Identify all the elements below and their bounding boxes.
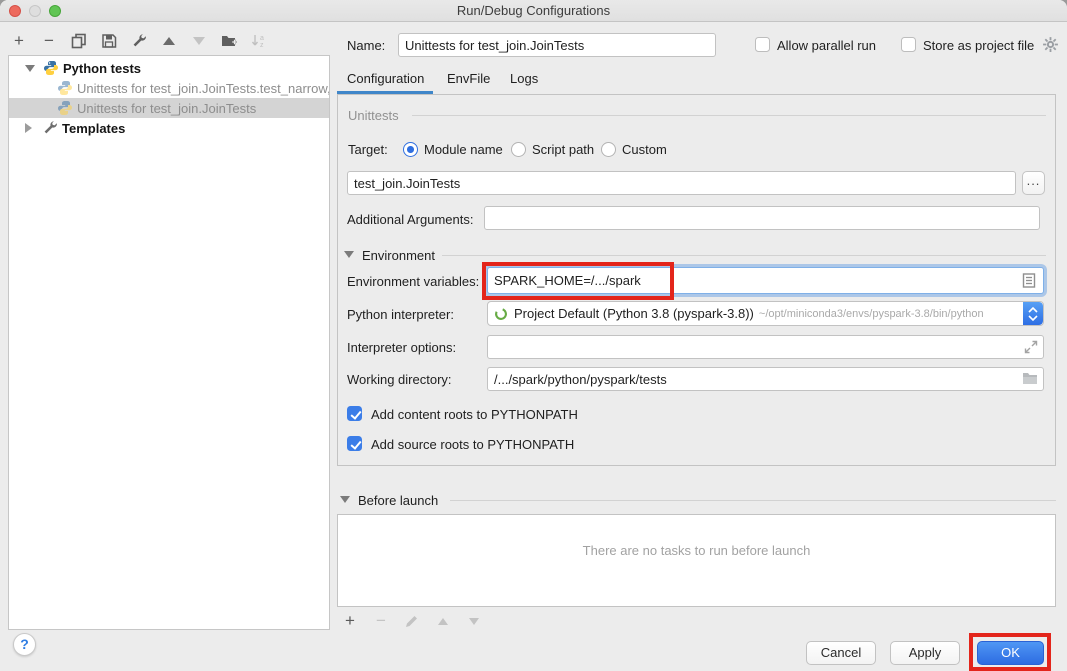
env-vars-annotation-box	[482, 262, 674, 300]
sort-alphabetically-icon: az	[250, 32, 268, 50]
window-title: Run/Debug Configurations	[0, 3, 1067, 18]
add-source-roots-checkbox[interactable]	[347, 436, 362, 451]
copy-configuration-icon[interactable]	[70, 32, 88, 50]
additional-arguments-label: Additional Arguments:	[347, 212, 473, 227]
run-debug-configurations-dialog: Run/Debug Configurations + − az Pytho	[0, 0, 1067, 671]
configurations-toolbar: + − az	[10, 31, 268, 51]
store-as-project-file-checkbox[interactable]	[901, 37, 916, 52]
browse-button[interactable]: ...	[1022, 171, 1045, 195]
ok-annotation-box	[969, 633, 1051, 671]
edit-templates-icon[interactable]	[130, 32, 148, 50]
python-interpreter-select[interactable]: Project Default (Python 3.8 (pyspark-3.8…	[487, 301, 1044, 326]
working-directory-input[interactable]	[487, 367, 1044, 391]
move-down-icon	[190, 32, 208, 50]
allow-parallel-run-checkbox[interactable]	[755, 37, 770, 52]
unittests-group-line	[412, 115, 1046, 116]
add-source-roots-label[interactable]: Add source roots to PYTHONPATH	[371, 437, 574, 452]
edit-task-icon	[403, 612, 421, 630]
move-up-icon[interactable]	[160, 32, 178, 50]
svg-text:z: z	[260, 42, 264, 49]
environment-variables-label: Environment variables:	[347, 274, 479, 289]
tree-item-test-narrow[interactable]: Unittests for test_join.JoinTests.test_n…	[9, 78, 329, 98]
add-content-roots-label[interactable]: Add content roots to PYTHONPATH	[371, 407, 578, 422]
target-script-path-radio[interactable]	[511, 142, 526, 157]
before-launch-label[interactable]: Before launch	[358, 493, 438, 508]
add-task-icon[interactable]: +	[341, 612, 359, 630]
environment-collapse-icon[interactable]	[344, 251, 354, 258]
task-down-icon	[465, 612, 483, 630]
target-label: Target:	[348, 142, 388, 157]
configurations-tree: Python tests Unittests for test_join.Joi…	[8, 55, 330, 630]
task-up-icon	[434, 612, 452, 630]
tree-item-label: Unittests for test_join.JoinTests	[77, 101, 256, 116]
python-interpreter-label: Python interpreter:	[347, 307, 454, 322]
add-configuration-icon[interactable]: +	[10, 32, 28, 50]
cancel-button[interactable]: Cancel	[806, 641, 876, 665]
target-custom-radio[interactable]	[601, 142, 616, 157]
allow-parallel-run-label[interactable]: Allow parallel run	[777, 38, 876, 53]
svg-text:a: a	[260, 35, 264, 42]
tab-configuration[interactable]: Configuration	[347, 71, 424, 86]
apply-button[interactable]: Apply	[890, 641, 960, 665]
additional-arguments-input[interactable]	[484, 206, 1040, 230]
python-tests-icon	[43, 60, 59, 76]
name-input[interactable]	[398, 33, 716, 57]
python-test-icon	[57, 80, 73, 96]
interpreter-options-input[interactable]	[487, 335, 1044, 359]
save-configuration-icon[interactable]	[100, 32, 118, 50]
python-interpreter-value: Project Default (Python 3.8 (pyspark-3.8…	[514, 306, 754, 321]
expand-icon[interactable]	[25, 123, 32, 133]
environment-group-line	[442, 255, 1046, 256]
no-tasks-message: There are no tasks to run before launch	[338, 543, 1055, 558]
store-as-project-file-label[interactable]: Store as project file	[923, 38, 1034, 53]
new-folder-icon[interactable]	[220, 32, 238, 50]
remove-configuration-icon[interactable]: −	[40, 32, 58, 50]
remove-task-icon: −	[372, 612, 390, 630]
conda-environment-icon	[494, 307, 508, 321]
target-script-path-label[interactable]: Script path	[532, 142, 594, 157]
templates-wrench-icon	[42, 120, 58, 136]
working-directory-label: Working directory:	[347, 372, 452, 387]
tree-group-label: Python tests	[63, 61, 141, 76]
tab-envfile[interactable]: EnvFile	[447, 71, 490, 86]
edit-variables-list-icon[interactable]	[1022, 273, 1036, 291]
tree-item-jointests-selected[interactable]: Unittests for test_join.JoinTests	[9, 98, 329, 118]
tree-group-label: Templates	[62, 121, 125, 136]
interpreter-stepper-icon[interactable]	[1023, 302, 1043, 325]
before-launch-task-list[interactable]: There are no tasks to run before launch	[337, 514, 1056, 607]
folder-browse-icon[interactable]	[1022, 372, 1038, 388]
name-label: Name:	[347, 38, 385, 53]
before-launch-collapse-icon[interactable]	[340, 496, 350, 503]
tree-item-label: Unittests for test_join.JoinTests.test_n…	[77, 81, 329, 96]
expand-field-icon[interactable]	[1024, 340, 1038, 357]
titlebar: Run/Debug Configurations	[0, 0, 1067, 22]
target-module-name-radio[interactable]	[403, 142, 418, 157]
collapse-icon[interactable]	[25, 65, 35, 72]
target-module-input[interactable]	[347, 171, 1016, 195]
unittests-group-label: Unittests	[348, 108, 399, 123]
tab-logs[interactable]: Logs	[510, 71, 538, 86]
before-launch-line	[450, 500, 1056, 501]
target-module-name-label[interactable]: Module name	[424, 142, 503, 157]
python-interpreter-path: ~/opt/miniconda3/envs/pyspark-3.8/bin/py…	[759, 308, 984, 320]
interpreter-options-label: Interpreter options:	[347, 340, 456, 355]
store-options-gear-icon[interactable]	[1042, 36, 1059, 53]
help-button[interactable]: ?	[13, 633, 36, 656]
target-custom-label[interactable]: Custom	[622, 142, 667, 157]
before-launch-toolbar: + −	[341, 612, 483, 630]
tree-group-python-tests[interactable]: Python tests	[9, 58, 329, 78]
add-content-roots-checkbox[interactable]	[347, 406, 362, 421]
tree-group-templates[interactable]: Templates	[9, 118, 329, 138]
environment-group-label[interactable]: Environment	[362, 248, 435, 263]
python-test-icon	[57, 100, 73, 116]
